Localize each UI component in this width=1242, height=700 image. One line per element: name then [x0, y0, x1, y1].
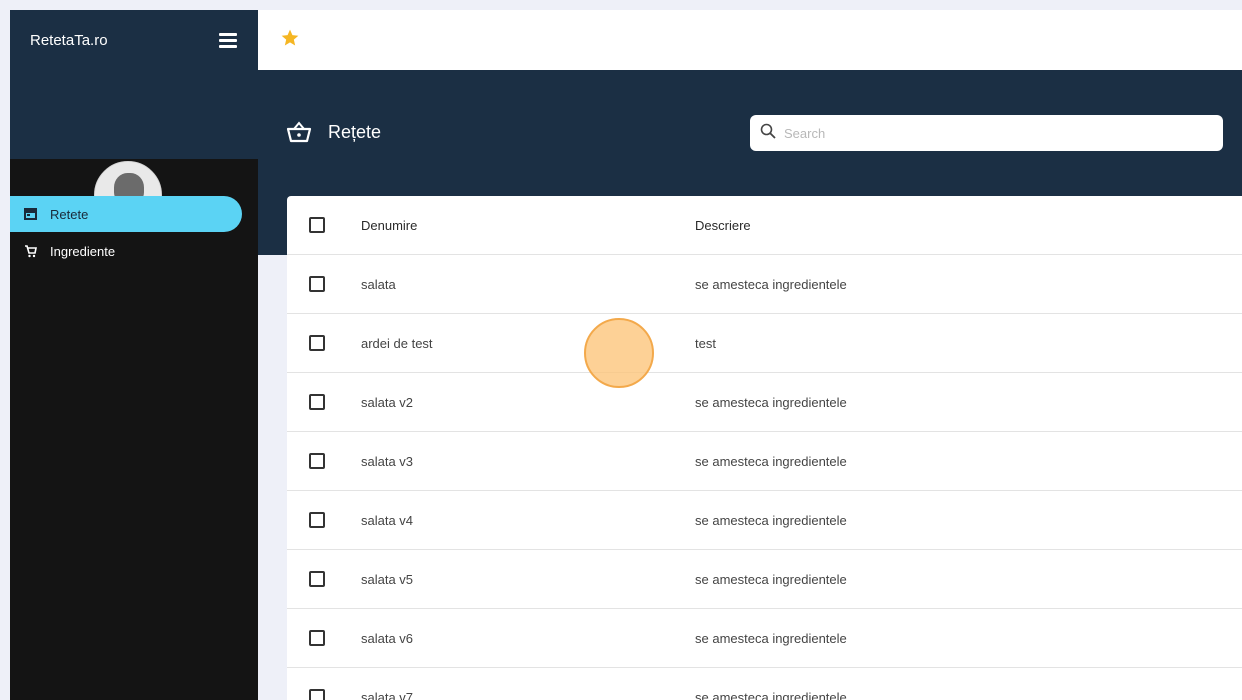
row-checkbox[interactable] — [309, 453, 325, 469]
row-name: salata v2 — [361, 394, 414, 410]
sidebar-header: RetetaTa.ro — [10, 10, 258, 159]
search-icon — [760, 123, 776, 144]
basket-icon — [286, 120, 312, 144]
table-row[interactable]: salata v5 se amesteca ingredientele — [287, 550, 1242, 609]
table-header-row: Denumire Descriere — [287, 196, 1242, 255]
star-icon[interactable] — [280, 28, 302, 50]
table-row[interactable]: salata v2 se amesteca ingredientele — [287, 373, 1242, 432]
column-header-description[interactable]: Descriere — [695, 218, 751, 233]
row-name: salata v3 — [361, 453, 414, 469]
sidebar-item-label: Retete — [50, 206, 89, 222]
search-input[interactable] — [784, 125, 1204, 141]
table-row[interactable]: salata v7 se amesteca ingredientele — [287, 668, 1242, 700]
row-checkbox[interactable] — [309, 512, 325, 528]
table-row[interactable]: ardei de test test — [287, 314, 1242, 373]
sidebar: RetetaTa.ro Retete Ingrediente — [10, 10, 258, 700]
click-indicator — [584, 318, 654, 388]
brand-name[interactable]: RetetaTa.ro — [30, 32, 108, 49]
row-description: se amesteca ingredientele — [695, 394, 847, 410]
column-header-name[interactable]: Denumire — [361, 218, 417, 233]
select-all-checkbox[interactable] — [309, 217, 325, 233]
sidebar-item-label: Ingrediente — [50, 243, 116, 259]
row-description: se amesteca ingredientele — [695, 630, 847, 646]
row-checkbox[interactable] — [309, 335, 325, 351]
row-name: salata v6 — [361, 630, 414, 646]
topbar — [258, 10, 1242, 70]
row-description: se amesteca ingredientele — [695, 512, 847, 528]
recipes-table: Denumire Descriere salata se amesteca in… — [287, 196, 1242, 700]
row-checkbox[interactable] — [309, 276, 325, 292]
sidebar-item-retete[interactable]: Retete — [10, 196, 242, 232]
sidebar-item-ingrediente[interactable]: Ingrediente — [10, 234, 242, 268]
row-description: se amesteca ingredientele — [695, 276, 847, 292]
table-row[interactable]: salata v6 se amesteca ingredientele — [287, 609, 1242, 668]
page-title: Rețete — [328, 122, 382, 142]
row-checkbox[interactable] — [309, 689, 325, 700]
menu-toggle-icon[interactable] — [218, 33, 238, 48]
row-description: se amesteca ingredientele — [695, 571, 847, 587]
search-box[interactable] — [750, 115, 1223, 151]
row-checkbox[interactable] — [309, 394, 325, 410]
row-checkbox[interactable] — [309, 571, 325, 587]
row-name: salata v4 — [361, 512, 414, 528]
store-icon — [23, 207, 37, 221]
row-description: se amesteca ingredientele — [695, 453, 847, 469]
row-name: salata — [361, 276, 396, 292]
table-row[interactable]: salata se amesteca ingredientele — [287, 255, 1242, 314]
row-description: test — [695, 335, 716, 351]
row-name: salata v7 — [361, 689, 414, 700]
table-row[interactable]: salata v3 se amesteca ingredientele — [287, 432, 1242, 491]
cart-icon — [23, 244, 37, 258]
table-row[interactable]: salata v4 se amesteca ingredientele — [287, 491, 1242, 550]
row-name: salata v5 — [361, 571, 414, 587]
row-checkbox[interactable] — [309, 630, 325, 646]
row-name: ardei de test — [361, 335, 433, 351]
row-description: se amesteca ingredientele — [695, 689, 847, 700]
